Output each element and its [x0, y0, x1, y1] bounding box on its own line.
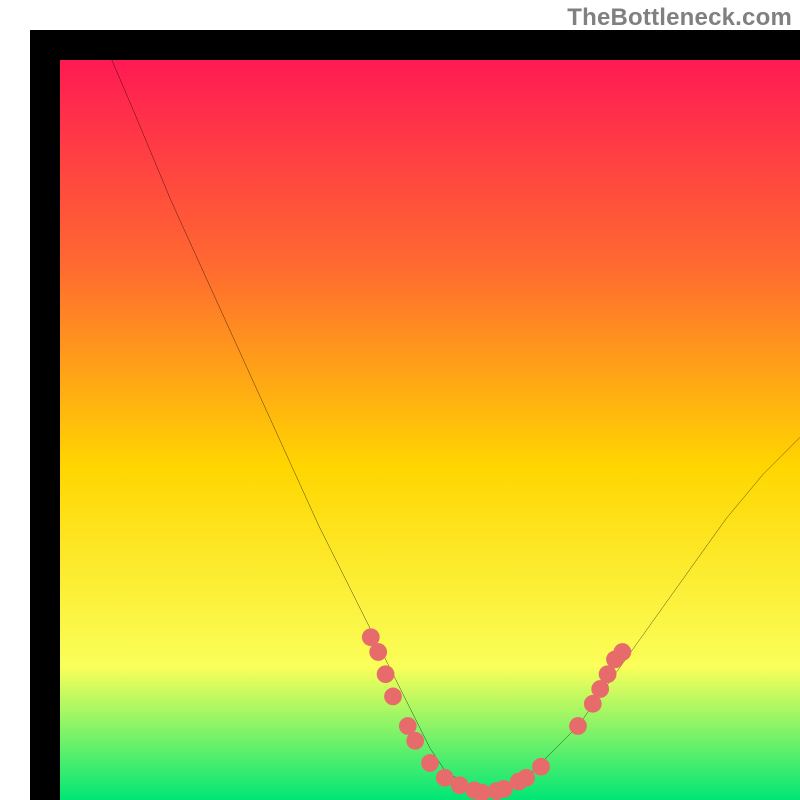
curve-marker — [406, 732, 424, 750]
curve-marker — [517, 769, 535, 787]
gradient-background — [60, 60, 800, 800]
curve-marker — [421, 754, 439, 772]
bottleneck-chart: TheBottleneck.com — [0, 0, 800, 800]
curve-marker — [369, 643, 387, 661]
curve-marker — [569, 717, 587, 735]
watermark-text: TheBottleneck.com — [567, 4, 792, 32]
plot-frame — [30, 30, 800, 800]
curve-marker — [614, 643, 632, 661]
curve-marker — [377, 665, 395, 683]
plot-area — [60, 60, 800, 800]
curve-marker — [532, 758, 550, 776]
gradient-rect — [60, 60, 800, 800]
curve-marker — [384, 688, 402, 706]
